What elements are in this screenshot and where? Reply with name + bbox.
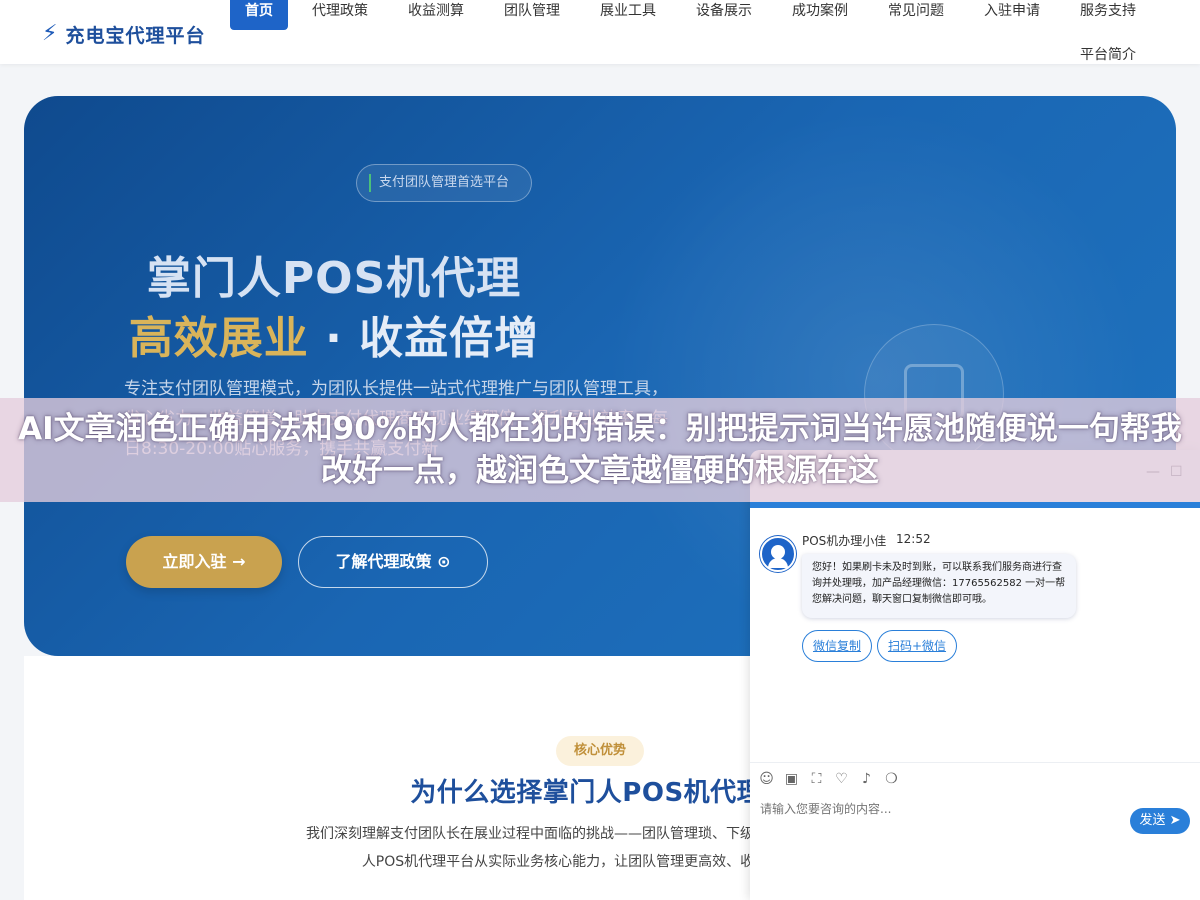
overlay-title-banner: AI文章润色正确用法和90%的人都在犯的错误：别把提示词当许愿池随便说一句帮我改…	[0, 398, 1200, 502]
nav-item-apply[interactable]: 入驻申请	[984, 0, 1040, 30]
send-button[interactable]: 发送 ➤	[1130, 808, 1190, 834]
copy-wechat-button[interactable]: 微信复制	[802, 630, 872, 662]
sound-icon[interactable]: ♪	[858, 770, 875, 788]
nav-item-devices[interactable]: 设备展示	[696, 0, 752, 30]
agent-avatar	[760, 536, 796, 572]
chat-toolbar: ☺ ▣ ⛶ ♡ ♪ ❍	[758, 770, 900, 788]
chat-divider	[750, 762, 1200, 763]
scan-wechat-button[interactable]: 扫码+微信	[877, 630, 957, 662]
emoji-icon[interactable]: ☺	[758, 770, 775, 788]
agent-policy-button[interactable]: 了解代理政策 ⊙	[298, 536, 488, 588]
agent-message: 您好！如果刷卡未及时到账，可以联系我们服务商进行查询并处理哦，加产品经理微信：1…	[802, 554, 1076, 618]
site-logo[interactable]: ⚡ 充电宝代理平台	[42, 20, 205, 48]
chat-record-icon[interactable]: ❍	[883, 770, 900, 788]
hero-title: 掌门人POS机代理	[146, 253, 522, 304]
nav-item-support[interactable]: 服务支持	[1080, 0, 1136, 30]
nav-item-agent-policy[interactable]: 代理政策	[312, 0, 368, 30]
evaluate-icon[interactable]: ♡	[833, 770, 850, 788]
nav-item-about[interactable]: 平台简介	[1080, 44, 1136, 74]
message-time: 12:52	[896, 532, 931, 546]
nav-item-faq[interactable]: 常见问题	[888, 0, 944, 30]
agent-name: POS机办理小佳	[802, 534, 887, 548]
site-header: ⚡ 充电宝代理平台 首页 代理政策 收益测算 团队管理 展业工具 设备展示 成功…	[0, 0, 1200, 64]
hero-subtitle-highlight: 高效展业	[128, 313, 309, 364]
screenshot-icon[interactable]: ⛶	[808, 770, 825, 788]
chat-message-input[interactable]	[760, 800, 1120, 818]
hero-subtitle: 高效展业 · 收益倍增	[24, 302, 644, 366]
join-now-button[interactable]: 立即入驻 →	[126, 536, 282, 588]
nav-item-earnings-calc[interactable]: 收益测算	[408, 0, 464, 30]
nav-item-team-management[interactable]: 团队管理	[504, 0, 560, 30]
nav-item-tools[interactable]: 展业工具	[600, 0, 656, 30]
main-nav: 首页 代理政策 收益测算 团队管理 展业工具 设备展示 成功案例 常见问题 入驻…	[230, 0, 1170, 64]
nav-item-home[interactable]: 首页	[230, 0, 288, 30]
logo-text: 充电宝代理平台	[65, 24, 206, 47]
nav-item-success-cases[interactable]: 成功案例	[792, 0, 848, 30]
image-icon[interactable]: ▣	[783, 770, 800, 788]
chat-widget: — ☐ POS机办理小佳 12:52 您好！如果刷卡未及时到账，可以联系我们服务…	[750, 450, 1200, 900]
lightning-icon: ⚡	[42, 21, 58, 46]
overlay-title: AI文章润色正确用法和90%的人都在犯的错误：别把提示词当许愿池随便说一句帮我改…	[18, 411, 1182, 489]
hero-badge: 支付团队管理首选平台	[356, 164, 532, 202]
hero-subtitle-rest: · 收益倍增	[308, 313, 540, 364]
section-tag: 核心优势	[556, 736, 644, 766]
